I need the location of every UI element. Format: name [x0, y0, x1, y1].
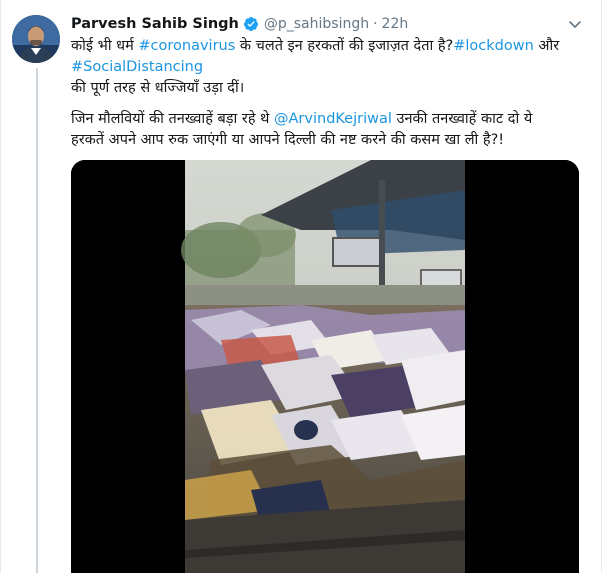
thread-connector-line: [36, 68, 38, 573]
hashtag-link-socialdistancing[interactable]: #SocialDistancing: [71, 59, 203, 75]
tweet-timestamp[interactable]: 22h: [382, 16, 409, 32]
tweet-card[interactable]: Parvesh Sahib Singh @p_sahibsingh · 22h …: [0, 0, 602, 573]
tweet-text: और: [533, 38, 560, 54]
hashtag-link-coronavirus[interactable]: #coronavirus: [138, 38, 235, 54]
tweet-text-line-4: जिन मौलवियों की तनख्वाहें बड़ा रहे थे @A…: [71, 109, 532, 130]
tweet-text: उनकी तनख्वाहें काट दो ये: [391, 111, 533, 127]
hashtag-link-lockdown[interactable]: #lockdown: [453, 38, 534, 54]
tweet-text-line-5: हरकतें अपने आप रुक जाएंगी या आपने दिल्ली…: [71, 132, 505, 148]
video-frame: [181, 160, 465, 573]
tweet-text: के चलते इन हरकतों की इजाज़त देता है?: [235, 38, 454, 54]
tweet-text: जिन मौलवियों की तनख्वाहें बड़ा रहे थे: [71, 111, 275, 127]
separator-dot: ·: [373, 16, 378, 32]
chevron-down-icon[interactable]: [567, 16, 583, 32]
tweet-header: Parvesh Sahib Singh @p_sahibsingh · 22h: [71, 14, 408, 34]
tweet-text-line-3: की पूर्ण तरह से धज्जियाँ उड़ा दीं।: [71, 80, 245, 96]
display-name[interactable]: Parvesh Sahib Singh: [71, 16, 239, 32]
video-player[interactable]: [71, 160, 579, 573]
avatar[interactable]: [12, 15, 60, 63]
verified-badge-icon: [243, 16, 259, 32]
user-handle[interactable]: @p_sahibsingh: [264, 16, 369, 32]
tweet-text-line-2: #SocialDistancing: [71, 57, 203, 78]
tweet-text: कोई भी धर्म: [71, 38, 139, 54]
mention-link-arvindkejriwal[interactable]: @ArvindKejriwal: [274, 111, 392, 127]
tweet-text-line-1: कोई भी धर्म #coronavirus के चलते इन हरकत…: [71, 36, 559, 57]
